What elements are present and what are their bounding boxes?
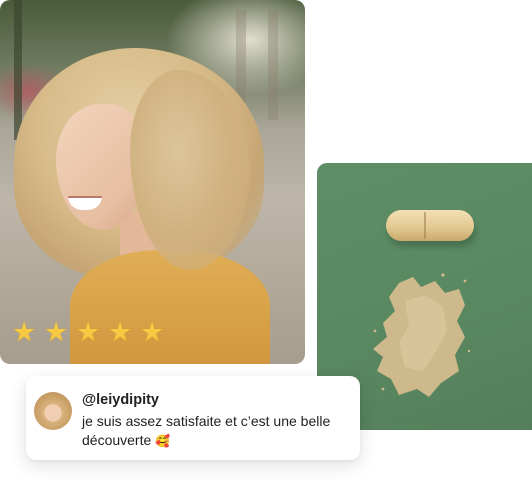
review-text-body: je suis assez satisfaite et c’est une be… [82, 413, 331, 448]
smiling-hearts-emoji-icon: 🥰 [155, 434, 171, 448]
review-card: @leiydipity je suis assez satisfaite et … [26, 376, 360, 460]
capsule-seam [424, 212, 426, 239]
star-icon: ★ [76, 317, 101, 348]
avatar[interactable] [34, 392, 72, 430]
powder-pile [373, 273, 471, 397]
star-icon: ★ [44, 317, 69, 348]
shirt [70, 250, 270, 364]
username-link[interactable]: @leiydipity [82, 392, 159, 408]
capsule-icon [386, 210, 474, 241]
background-post [268, 10, 278, 120]
star-icon: ★ [140, 317, 165, 348]
star-icon: ★ [12, 317, 37, 348]
background-tree [14, 0, 22, 140]
review-text: je suis assez satisfaite et c’est une be… [82, 412, 352, 451]
star-rating: ★ ★ ★ ★ ★ [12, 317, 165, 348]
woman-photo: ★ ★ ★ ★ ★ [0, 0, 305, 364]
star-icon: ★ [108, 317, 133, 348]
